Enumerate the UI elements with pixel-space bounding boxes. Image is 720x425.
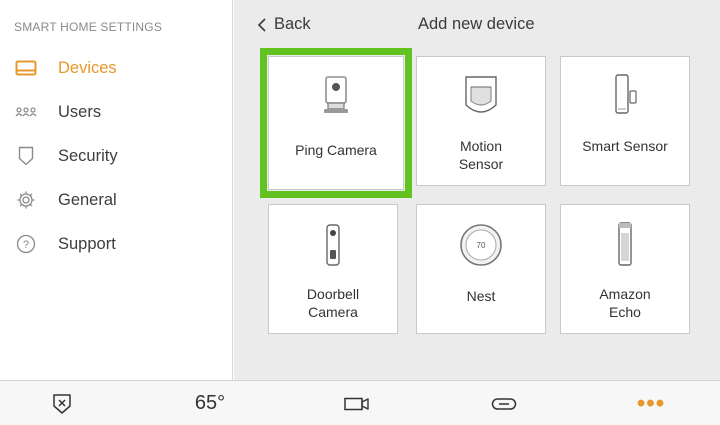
camera-icon	[322, 75, 350, 115]
back-button[interactable]: Back	[256, 15, 311, 34]
gear-icon	[14, 188, 38, 212]
shield-icon	[14, 144, 38, 168]
device-label: Smart Sensor	[582, 138, 668, 154]
device-tile-nest[interactable]: 70 Nest	[416, 204, 546, 334]
sidebar-item-label: Users	[58, 102, 102, 121]
back-label: Back	[274, 15, 311, 33]
thermostat-icon: 70	[459, 223, 503, 267]
doorbell-icon	[323, 223, 343, 267]
security-status-button[interactable]	[50, 381, 74, 425]
sidebar-item-support[interactable]: ? Support	[0, 224, 232, 264]
sidebar-item-users[interactable]: Users	[0, 92, 232, 132]
sidebar-title: SMART HOME SETTINGS	[14, 20, 163, 34]
sidebar-item-security[interactable]: Security	[0, 136, 232, 176]
sidebar-item-general[interactable]: General	[0, 180, 232, 220]
sidebar-item-devices[interactable]: Devices	[0, 48, 232, 88]
sidebar-item-label: Support	[58, 234, 116, 253]
echo-icon	[615, 221, 635, 267]
sidebar: SMART HOME SETTINGS Devices Users Securi…	[0, 0, 233, 380]
device-tile-amazon-echo[interactable]: Amazon Echo	[560, 204, 690, 334]
device-tile-motion-sensor[interactable]: Motion Sensor	[416, 56, 546, 186]
sidebar-item-label: Devices	[58, 58, 117, 77]
device-tile-ping-camera[interactable]: Ping Camera	[260, 48, 412, 198]
camera-button[interactable]	[343, 381, 371, 425]
svg-text:?: ?	[23, 239, 29, 251]
device-tile-smart-sensor[interactable]: Smart Sensor	[560, 56, 690, 186]
device-label: Amazon Echo	[599, 286, 651, 320]
help-icon: ?	[14, 232, 38, 256]
garage-button[interactable]	[490, 381, 518, 425]
thermostat-button[interactable]: 65°	[188, 381, 232, 425]
sidebar-item-label: Security	[58, 146, 118, 165]
devices-icon	[14, 56, 38, 80]
users-icon	[14, 100, 38, 124]
thermostat-value: 70	[477, 241, 486, 250]
chevron-left-icon	[257, 17, 266, 32]
sidebar-item-label: General	[58, 190, 117, 209]
device-label: Ping Camera	[295, 142, 377, 158]
device-label: Nest	[466, 288, 496, 304]
bottom-bar: 65° •••	[0, 380, 720, 425]
more-button[interactable]: •••	[636, 381, 666, 425]
smart-sensor-icon	[610, 73, 640, 117]
device-label: Doorbell Camera	[306, 286, 360, 320]
garage-remote-icon	[491, 397, 517, 410]
device-label: Motion Sensor	[458, 138, 504, 172]
video-camera-icon	[344, 397, 369, 410]
device-tile-doorbell-camera[interactable]: Doorbell Camera	[268, 204, 398, 334]
motion-sensor-icon	[461, 73, 501, 117]
shield-x-icon	[53, 393, 71, 414]
page-title: Add new device	[418, 15, 535, 33]
main-panel: Back Add new device Ping Camera Motion S…	[234, 0, 720, 380]
